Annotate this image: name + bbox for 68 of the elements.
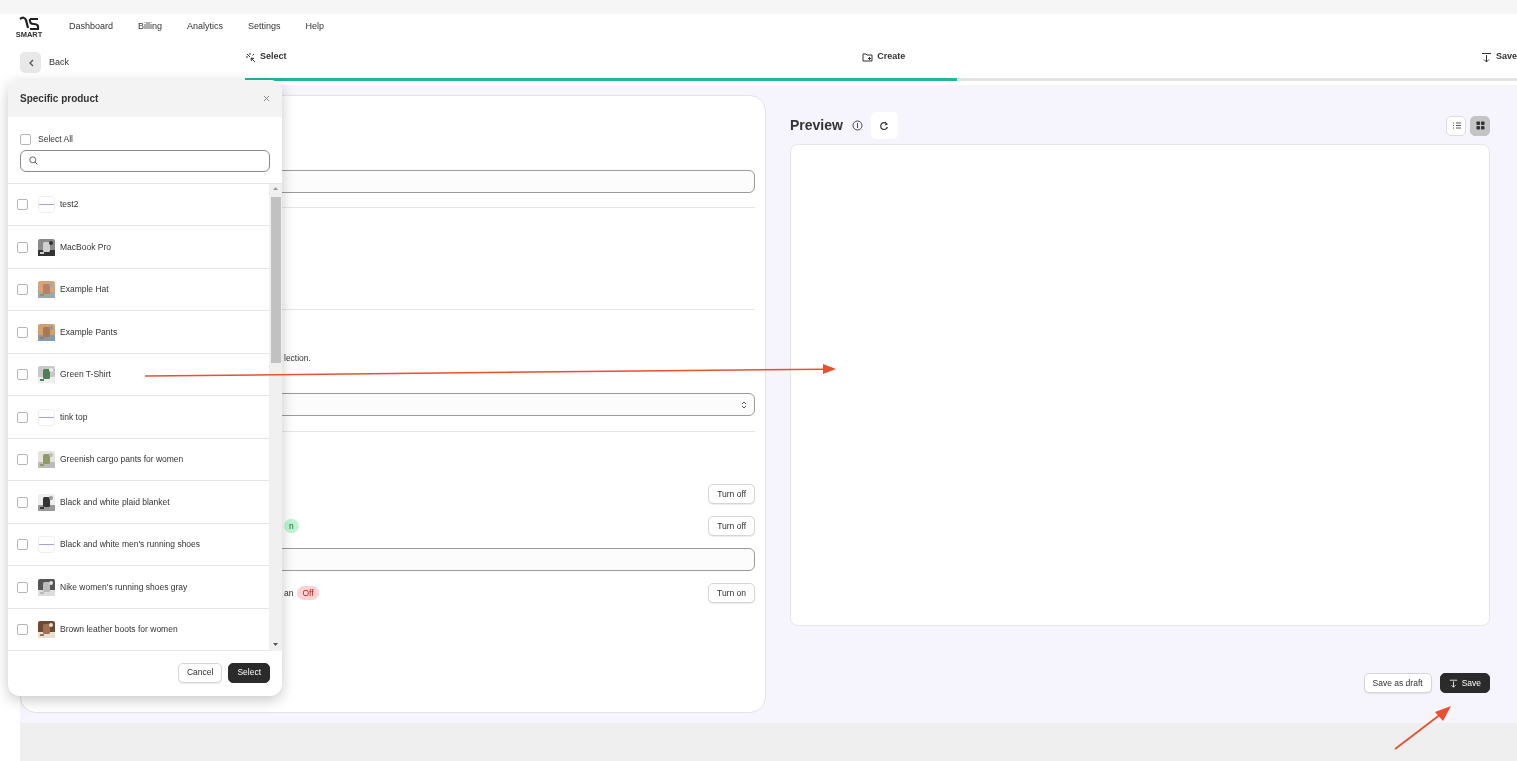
secondary-button[interactable]: Save as draft: [1363, 673, 1432, 693]
nav-link[interactable]: Billing: [138, 20, 163, 34]
checkbox[interactable]: [17, 496, 28, 508]
close-icon[interactable]: [263, 95, 270, 102]
save-button[interactable]: Save: [1439, 673, 1490, 693]
checkbox[interactable]: [17, 369, 28, 380]
back-link[interactable]: Back: [49, 52, 69, 73]
secondary-button[interactable]: Cancel: [177, 662, 223, 683]
list-icon: [1450, 120, 1462, 131]
product-name[interactable]: MacBook Pro: [60, 240, 112, 254]
placeholder-thumbnail-icon: [38, 536, 55, 553]
checkbox[interactable]: [17, 454, 28, 465]
product-name[interactable]: tink top: [60, 410, 88, 424]
sparkle-icon: [245, 51, 256, 63]
back-button[interactable]: [20, 52, 41, 73]
setting-label: an: [284, 586, 294, 600]
description-text: lection.: [283, 352, 312, 364]
arrow-annotation: [1394, 706, 1451, 750]
info-icon: [851, 120, 863, 131]
step-label[interactable]: Select: [260, 50, 287, 64]
grid-view-button[interactable]: [1470, 115, 1490, 136]
status-badge: n: [284, 519, 299, 533]
checkbox[interactable]: [17, 199, 28, 210]
product-name[interactable]: Black and white plaid blanket: [60, 495, 170, 509]
product-name[interactable]: Green T-Shirt: [60, 368, 111, 381]
nav-link[interactable]: Help: [305, 20, 325, 34]
toggle-button[interactable]: Turn on: [708, 583, 755, 603]
status-badge: Off: [297, 586, 319, 600]
primary-button[interactable]: Select: [228, 662, 270, 683]
search-icon: [29, 156, 38, 166]
nav-link[interactable]: Settings: [248, 20, 281, 34]
folder-plus-icon: [862, 51, 874, 63]
product-name[interactable]: Brown leather boots for women: [60, 623, 178, 636]
product-name[interactable]: test2: [60, 198, 79, 211]
checkbox[interactable]: [17, 241, 28, 253]
preview-title: Preview: [790, 116, 843, 135]
logo-icon: [18, 15, 40, 31]
scrollbar[interactable]: [269, 183, 282, 651]
toggle-button[interactable]: Turn off: [708, 484, 755, 504]
refresh-icon: [879, 120, 890, 131]
product-name[interactable]: Example Pants: [60, 325, 118, 339]
product-name[interactable]: Greenish cargo pants for women: [60, 453, 184, 466]
checkbox[interactable]: [17, 624, 28, 635]
checkbox[interactable]: [17, 581, 28, 593]
placeholder-thumbnail-icon: [38, 408, 55, 426]
grid-icon: [1474, 120, 1486, 131]
placeholder-thumbnail-icon: [38, 196, 55, 213]
step-label[interactable]: Create: [877, 50, 906, 64]
nav-link[interactable]: Analytics: [187, 20, 224, 34]
product-name[interactable]: Nike women's running shoes gray: [60, 580, 188, 594]
toggle-button[interactable]: Turn off: [708, 516, 755, 536]
search-field[interactable]: [20, 149, 270, 172]
download-icon: [1480, 51, 1492, 63]
product-name[interactable]: Black and white men's running shoes: [60, 538, 201, 551]
download-icon: [1448, 678, 1458, 688]
checkbox[interactable]: [17, 284, 28, 295]
nav-link[interactable]: Dashboard: [69, 20, 114, 34]
chevron-left-icon: [27, 58, 34, 67]
checkbox[interactable]: [20, 133, 31, 145]
step-label[interactable]: Save: [1495, 50, 1517, 64]
chevron-icon: [741, 399, 747, 410]
refresh-button[interactable]: [870, 112, 898, 139]
dialog-title: Specific product: [20, 92, 99, 106]
checkbox[interactable]: [17, 411, 28, 423]
select-all-label[interactable]: Select All: [38, 133, 73, 146]
product-name[interactable]: Example Hat: [60, 283, 109, 296]
checkbox[interactable]: [17, 326, 28, 338]
checkbox[interactable]: [17, 539, 28, 550]
